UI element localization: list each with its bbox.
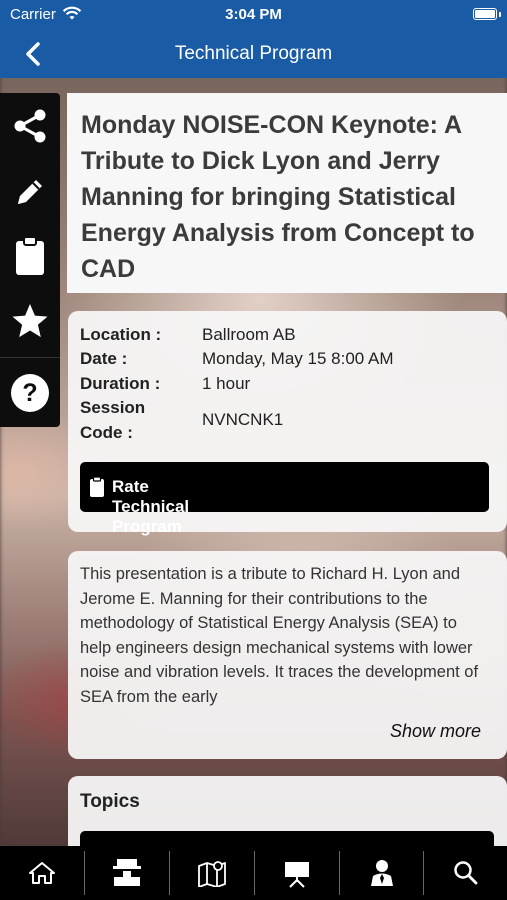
help-icon: ? (11, 373, 49, 412)
svg-text:?: ? (22, 379, 37, 407)
favorite-button[interactable] (0, 288, 60, 354)
location-label: Location : (80, 325, 162, 344)
bottom-tab-bar (0, 846, 507, 900)
date-value: Monday, May 15 8:00 AM (202, 349, 394, 368)
map-icon (198, 861, 226, 887)
session-title-card: Monday NOISE-CON Keynote: A Tribute to D… (67, 93, 507, 293)
notes-button[interactable] (0, 159, 60, 225)
clipboard-icon (16, 236, 44, 275)
clock: 3:04 PM (225, 6, 282, 23)
share-button[interactable] (0, 93, 60, 159)
date-label: Date : (80, 349, 128, 368)
tab-exhibitors[interactable] (85, 846, 169, 900)
duration-value: 1 hour (202, 374, 251, 393)
tab-attendees[interactable] (340, 846, 424, 900)
star-icon (12, 304, 48, 338)
topics-heading: Topics (80, 791, 140, 812)
session-code-label-line1: Session (80, 398, 146, 417)
exhibitor-booth-icon (113, 859, 141, 886)
session-code-label-line2: Code : (80, 423, 133, 442)
navigation-bar: Technical Program (0, 30, 507, 78)
status-bar: Carrier 3:04 PM (0, 0, 507, 30)
attendee-icon (371, 860, 393, 886)
description-card: This presentation is a tribute to Richar… (68, 551, 507, 759)
location-value: Ballroom AB (202, 325, 296, 344)
battery-tip (499, 12, 501, 17)
tab-search[interactable] (424, 846, 507, 900)
pencil-icon (18, 180, 42, 204)
show-more-link[interactable]: Show more (390, 721, 481, 742)
tab-technical-program[interactable] (255, 846, 339, 900)
rate-program-label: Rate Technical Program (112, 477, 190, 536)
tab-map[interactable] (170, 846, 254, 900)
session-details-card: Location : Ballroom AB Date : Monday, Ma… (68, 311, 507, 536)
nav-title: Technical Program (174, 43, 333, 64)
share-icon (14, 109, 46, 143)
battery-icon (473, 8, 497, 20)
rate-program-button[interactable]: Rate Technical Program (80, 462, 489, 536)
home-icon (29, 862, 55, 884)
duration-label: Duration : (80, 374, 161, 393)
session-code-value: NVNCNK1 (202, 410, 284, 429)
clipboard-icon (90, 476, 104, 497)
session-title: Monday NOISE-CON Keynote: A Tribute to D… (81, 111, 475, 283)
side-toolbar: ? (0, 93, 60, 427)
search-icon (453, 861, 477, 885)
help-button[interactable]: ? (0, 358, 60, 427)
presentation-icon (285, 862, 309, 888)
survey-button[interactable] (0, 223, 60, 289)
tab-home[interactable] (0, 846, 84, 900)
description-text: This presentation is a tribute to Richar… (80, 565, 479, 706)
